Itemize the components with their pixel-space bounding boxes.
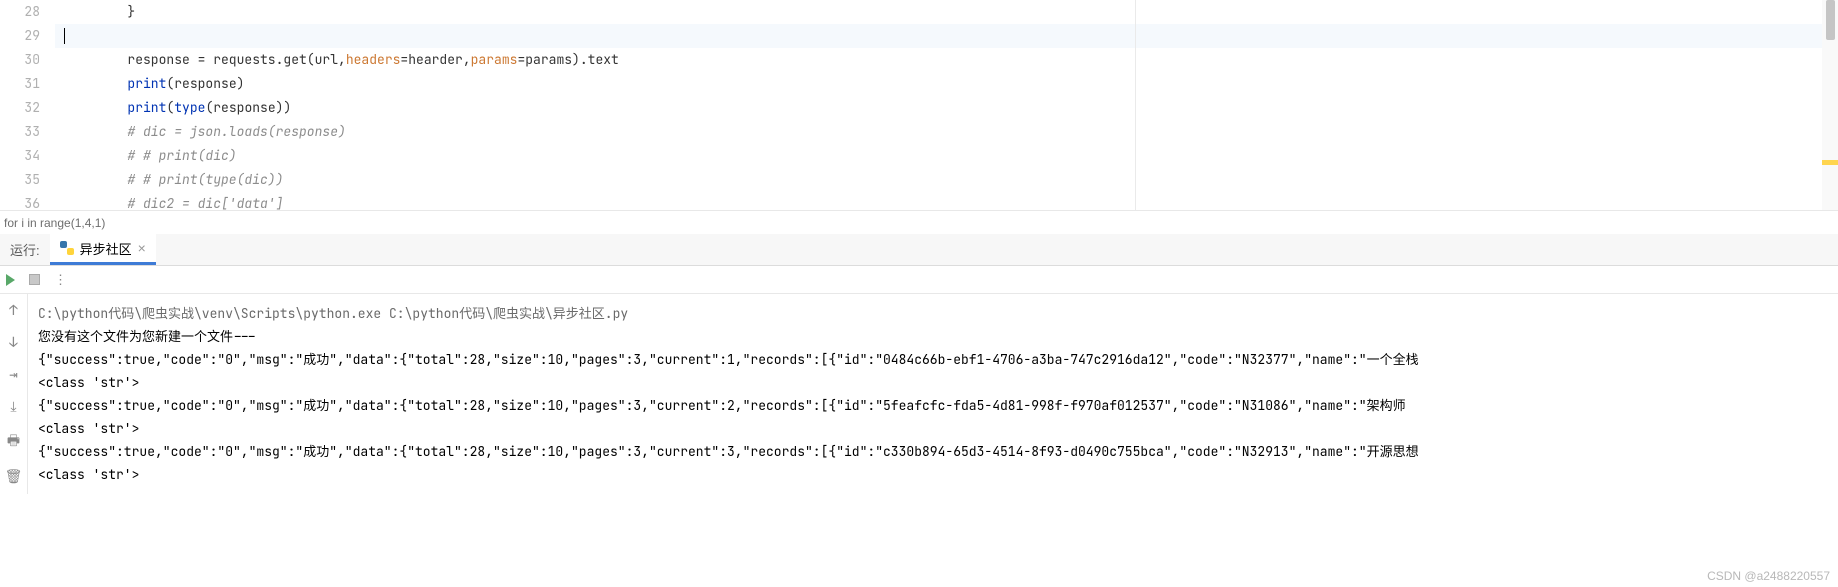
- wrap-icon[interactable]: ⇥: [9, 366, 17, 384]
- output-line: <class 'str'>: [38, 417, 1828, 440]
- code-line[interactable]: }: [55, 0, 1838, 24]
- code-line[interactable]: # # print(type(dic)): [55, 168, 1838, 192]
- python-icon: [60, 241, 74, 255]
- scrollbar-thumb[interactable]: [1826, 0, 1835, 40]
- run-label-text: 运行:: [10, 240, 40, 259]
- breadcrumb: for i in range(1,4,1): [0, 210, 1838, 234]
- warning-marker[interactable]: [1822, 160, 1838, 165]
- down-icon[interactable]: ↓: [9, 334, 17, 352]
- run-tab-label[interactable]: 运行:: [0, 234, 50, 265]
- code-line[interactable]: # # print(dic): [55, 144, 1838, 168]
- line-number: 30: [0, 48, 40, 72]
- line-number: 29: [0, 24, 40, 48]
- tab-label: 异步社区: [80, 239, 132, 258]
- editor-scrollbar[interactable]: [1822, 0, 1838, 210]
- output-line: {"success":true,"code":"0","msg":"成功","d…: [38, 440, 1828, 463]
- console-toolbar: ⋮: [0, 266, 1838, 294]
- line-number: 34: [0, 144, 40, 168]
- code-line[interactable]: [55, 24, 1838, 48]
- output-line: {"success":true,"code":"0","msg":"成功","d…: [38, 394, 1828, 417]
- tab-active[interactable]: 异步社区 ×: [50, 234, 156, 265]
- console: ↑ ↓ ⇥ ⤓ 🖶 🗑 C:\python代码\爬虫实战\venv\Script…: [0, 294, 1838, 494]
- run-tabs: 运行: 异步社区 ×: [0, 234, 1838, 266]
- line-number: 33: [0, 120, 40, 144]
- code-line[interactable]: # dic2 = dic['data']: [55, 192, 1838, 210]
- line-number: 36: [0, 192, 40, 210]
- line-number: 31: [0, 72, 40, 96]
- cursor: [64, 28, 65, 44]
- code-line[interactable]: response = requests.get(url,headers=hear…: [55, 48, 1838, 72]
- up-icon[interactable]: ↑: [9, 302, 17, 320]
- print-icon[interactable]: 🖶: [7, 430, 20, 454]
- code-editor[interactable]: 28293031323334353637 } response = reques…: [0, 0, 1838, 210]
- code-line[interactable]: print(type(response)): [55, 96, 1838, 120]
- console-gutter: ↑ ↓ ⇥ ⤓ 🖶 🗑: [0, 294, 28, 494]
- output-line: 您没有这个文件为您新建一个文件---: [38, 325, 1828, 348]
- line-number: 28: [0, 0, 40, 24]
- code-line[interactable]: # dic = json.loads(response): [55, 120, 1838, 144]
- rerun-icon[interactable]: [6, 274, 15, 286]
- code-content[interactable]: } response = requests.get(url,headers=he…: [55, 0, 1838, 210]
- line-number: 32: [0, 96, 40, 120]
- trash-icon[interactable]: 🗑: [5, 468, 23, 486]
- watermark: CSDN @a2488220557: [1707, 569, 1830, 583]
- stop-icon[interactable]: [29, 274, 40, 285]
- output-line: <class 'str'>: [38, 463, 1828, 486]
- output-line: {"success":true,"code":"0","msg":"成功","d…: [38, 348, 1828, 371]
- command-line: C:\python代码\爬虫实战\venv\Scripts\python.exe…: [38, 302, 1828, 325]
- close-icon[interactable]: ×: [138, 240, 146, 256]
- line-gutter: 28293031323334353637: [0, 0, 55, 210]
- code-line[interactable]: print(response): [55, 72, 1838, 96]
- margin-guide: [1135, 0, 1136, 210]
- console-output[interactable]: C:\python代码\爬虫实战\venv\Scripts\python.exe…: [28, 294, 1838, 494]
- line-number: 35: [0, 168, 40, 192]
- scroll-icon[interactable]: ⤓: [10, 398, 16, 416]
- output-line: <class 'str'>: [38, 371, 1828, 394]
- more-icon[interactable]: ⋮: [54, 271, 67, 288]
